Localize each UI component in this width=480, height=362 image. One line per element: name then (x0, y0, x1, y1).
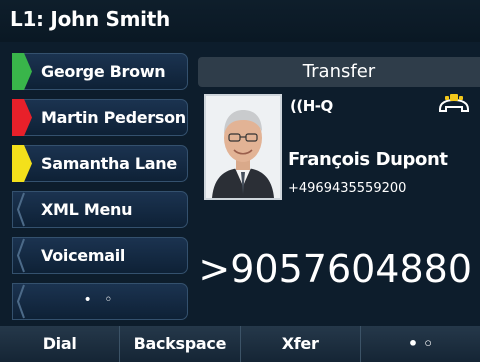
title-bar: L1: John Smith (0, 0, 480, 42)
line-key-label: Samantha Lane (41, 154, 177, 173)
led-green-icon (12, 53, 32, 90)
backspace-softkey[interactable]: Backspace (119, 326, 240, 362)
line-key-martin-pederson[interactable]: Martin Pederson (12, 99, 188, 136)
call-state-label: Transfer (302, 61, 376, 82)
xfer-softkey[interactable]: Xfer (239, 326, 360, 362)
key-notch-icon (12, 237, 32, 274)
page-dots: • ◦ (83, 292, 117, 308)
key-notch-icon (12, 191, 32, 228)
led-yellow-icon (12, 145, 32, 182)
line-key-more[interactable]: • ◦ (12, 283, 188, 320)
handset-icon (436, 93, 472, 115)
line-key-george-brown[interactable]: George Brown (12, 53, 188, 90)
phone-screen: L1: John Smith George Brown Martin Peder… (0, 0, 480, 362)
caller-photo (204, 94, 282, 200)
call-state-header: Transfer (198, 57, 480, 87)
call-panel: Transfer ((H-Q François Dupont +49694355… (198, 57, 480, 323)
caller-name: François Dupont (288, 149, 448, 170)
led-red-icon (12, 99, 32, 136)
line-title: L1: John Smith (10, 7, 170, 31)
line-key-voicemail[interactable]: Voicemail (12, 237, 188, 274)
line-key-samantha-lane[interactable]: Samantha Lane (12, 145, 188, 182)
line-key-label: Martin Pederson (41, 108, 186, 127)
line-key-label: Voicemail (41, 246, 126, 265)
hd-voice-badge: ((H-Q (290, 97, 333, 115)
softkey-bar: Dial Backspace Xfer • ◦ (0, 326, 480, 362)
dialed-number: >9057604880 (198, 247, 472, 291)
line-key-label: George Brown (41, 62, 166, 81)
caller-number: +4969435559200 (288, 181, 407, 196)
more-softkey[interactable]: • ◦ (359, 326, 480, 362)
dial-softkey[interactable]: Dial (0, 326, 120, 362)
line-key-label: XML Menu (41, 200, 133, 219)
line-key-xml-menu[interactable]: XML Menu (12, 191, 188, 228)
